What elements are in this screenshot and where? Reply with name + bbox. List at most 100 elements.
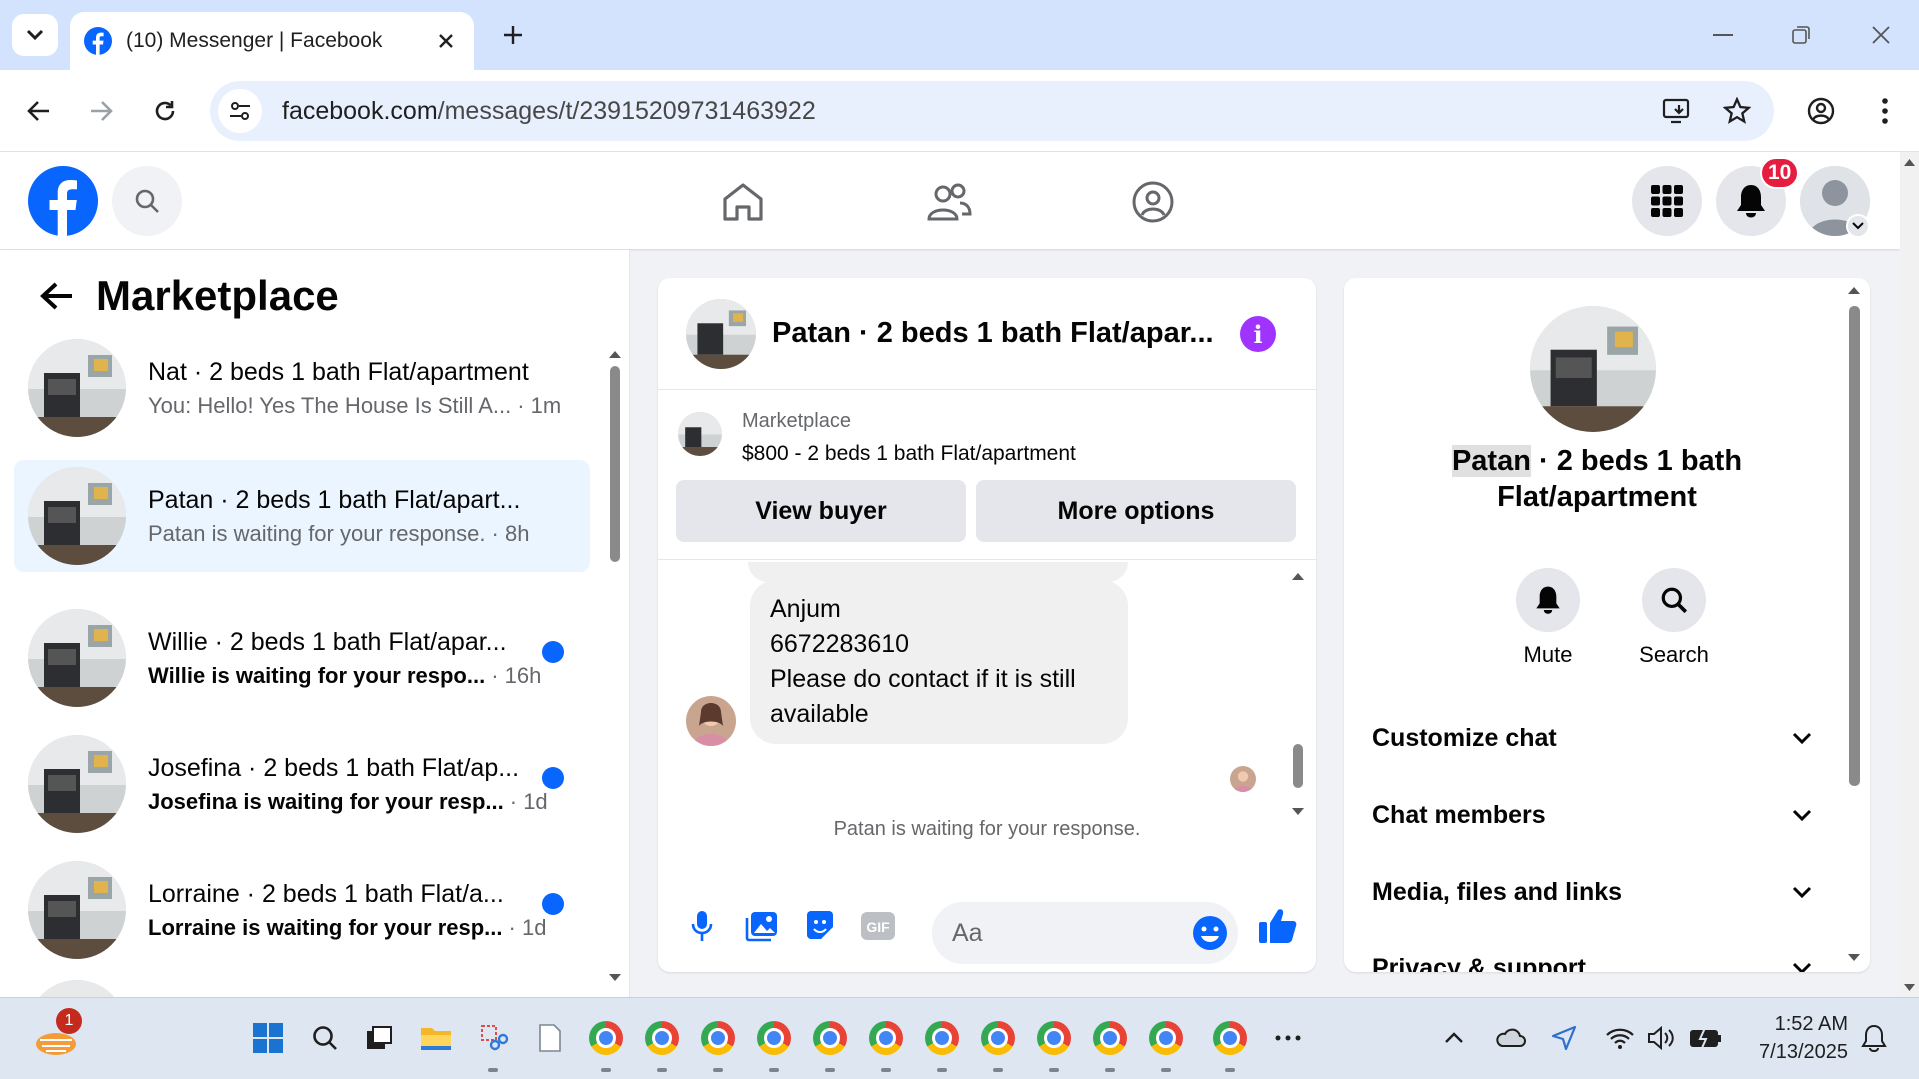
menu-button[interactable] [1632, 166, 1702, 236]
chrome-window-button[interactable] [752, 1016, 796, 1060]
file-explorer-button[interactable] [414, 1016, 458, 1060]
start-button[interactable] [246, 1016, 290, 1060]
person-photo-icon [1230, 766, 1256, 792]
view-buyer-button[interactable]: View buyer [676, 480, 966, 542]
wifi-icon [1606, 1028, 1634, 1049]
chrome-window-button[interactable] [1032, 1016, 1076, 1060]
facebook-logo-icon[interactable] [28, 166, 98, 236]
search-action[interactable]: Search [1624, 568, 1724, 668]
chrome-window-button-active[interactable] [1208, 1016, 1252, 1060]
snipping-tool-button[interactable] [472, 1016, 516, 1060]
gif-button[interactable]: GIF [854, 902, 902, 950]
listing-thumbnail [28, 467, 126, 565]
customize-chat-section[interactable]: Customize chat [1372, 708, 1812, 768]
mute-button[interactable] [1516, 568, 1580, 632]
browser-tab-strip: (10) Messenger | Facebook [0, 0, 1919, 70]
search-in-conversation-button[interactable] [1642, 568, 1706, 632]
privacy-support-section[interactable]: Privacy & support [1372, 938, 1812, 972]
tab-search-button[interactable] [12, 14, 58, 56]
like-button[interactable] [1254, 902, 1302, 950]
chrome-window-button[interactable] [976, 1016, 1020, 1060]
chat-list-scrollbar[interactable] [606, 346, 624, 986]
close-window-button[interactable] [1858, 14, 1904, 56]
groups-nav-button[interactable] [1122, 172, 1184, 232]
sender-avatar[interactable] [686, 696, 736, 746]
chrome-window-button[interactable] [1088, 1016, 1132, 1060]
conversation-item[interactable]: Lorraine · 2 beds 1 bath Flat/a... Lorra… [14, 854, 590, 966]
home-nav-button[interactable] [712, 172, 774, 232]
notification-center-button[interactable] [1852, 1016, 1896, 1060]
chrome-window-button[interactable] [1144, 1016, 1188, 1060]
browser-menu-button[interactable] [1862, 88, 1908, 134]
message-line: available [770, 700, 869, 728]
install-app-button[interactable] [1654, 88, 1700, 134]
facebook-search-button[interactable] [112, 166, 182, 236]
conversation-item[interactable]: Willie · 2 beds 1 bath Flat/apar... Will… [14, 602, 590, 714]
attach-photo-button[interactable] [738, 902, 786, 950]
info-panel-scrollbar[interactable] [1844, 278, 1864, 972]
task-view-button[interactable] [357, 1016, 401, 1060]
marketplace-chat-list: Marketplace Nat · 2 beds 1 bath Flat/apa… [0, 250, 630, 997]
chrome-window-button[interactable] [920, 1016, 964, 1060]
more-options-button[interactable]: More options [976, 480, 1296, 542]
bookmark-button[interactable] [1714, 88, 1760, 134]
voice-clip-button[interactable] [678, 902, 726, 950]
minimize-window-button[interactable] [1700, 14, 1746, 56]
conversation-item[interactable]: Nat · 2 beds 1 bath Flat/apartment You: … [14, 332, 590, 444]
task-view-icon [367, 1026, 392, 1049]
account-menu-caret[interactable] [1846, 214, 1870, 238]
chrome-window-button[interactable] [640, 1016, 684, 1060]
chrome-icon [1213, 1021, 1247, 1055]
new-tab-button[interactable] [494, 16, 532, 54]
reload-button[interactable] [142, 88, 188, 134]
conversation-item[interactable]: Josefina · 2 beds 1 bath Flat/ap... Jose… [14, 728, 590, 840]
conversation-title-line1: Patan · 2 beds 1 bath [1344, 443, 1850, 479]
taskbar-search-button[interactable] [303, 1016, 347, 1060]
system-clock[interactable]: 1:52 AM 7/13/2025 [1740, 1010, 1848, 1066]
groups-icon [1132, 181, 1174, 223]
conversation-photo[interactable] [1530, 306, 1656, 432]
address-bar[interactable]: facebook.com/messages/t/2391520973146392… [210, 81, 1774, 141]
friends-nav-button[interactable] [918, 172, 980, 232]
listing-price-title[interactable]: $800 - 2 beds 1 bath Flat/apartment [742, 442, 1076, 466]
chrome-window-button[interactable] [584, 1016, 628, 1060]
chat-title[interactable]: Patan · 2 beds 1 bath Flat/apar... [772, 317, 1242, 350]
chat-scrollbar[interactable] [1288, 568, 1308, 868]
scissors-icon [481, 1025, 509, 1051]
page-scrollbar[interactable] [1900, 152, 1919, 997]
chrome-window-button[interactable] [696, 1016, 740, 1060]
incoming-message-bubble[interactable]: Anjum 6672283610 Please do contact if it… [750, 580, 1128, 744]
location-button[interactable] [1542, 1016, 1586, 1060]
more-apps-button[interactable] [1266, 1016, 1310, 1060]
conversation-item-active[interactable]: Patan · 2 beds 1 bath Flat/apart... Pata… [14, 460, 590, 572]
sticker-button[interactable] [796, 902, 844, 950]
info-icon[interactable]: i [1240, 316, 1276, 352]
conversation-text: Willie · 2 beds 1 bath Flat/apar... Will… [148, 628, 548, 689]
emoji-button[interactable] [1186, 909, 1234, 957]
media-files-links-section[interactable]: Media, files and links [1372, 862, 1812, 922]
site-info-button[interactable] [218, 89, 262, 133]
chrome-window-button[interactable] [864, 1016, 908, 1060]
forward-button[interactable] [78, 88, 124, 134]
show-hidden-icons-button[interactable] [1432, 1016, 1476, 1060]
mute-action[interactable]: Mute [1498, 568, 1598, 668]
back-button[interactable] [16, 88, 62, 134]
onedrive-button[interactable] [1488, 1016, 1532, 1060]
restore-window-button[interactable] [1778, 14, 1824, 56]
chat-scrollbar-track [1292, 573, 1304, 815]
notepad-button[interactable] [528, 1016, 572, 1060]
close-tab-button[interactable] [432, 27, 460, 55]
conversation-preview: You: Hello! Yes The House Is Still A... [148, 392, 512, 418]
wifi-button[interactable] [1598, 1016, 1642, 1060]
browser-tab-messenger[interactable]: (10) Messenger | Facebook [70, 12, 474, 70]
chat-members-section[interactable]: Chat members [1372, 785, 1812, 845]
chrome-window-button[interactable] [808, 1016, 852, 1060]
account-circle-icon [1807, 97, 1835, 125]
chat-avatar[interactable] [686, 298, 756, 369]
volume-button[interactable] [1640, 1016, 1684, 1060]
battery-button[interactable] [1684, 1016, 1728, 1060]
profile-button[interactable] [1798, 88, 1844, 134]
arrow-left-icon[interactable] [40, 281, 74, 311]
listing-thumbnail [28, 735, 126, 833]
listing-thumbnail[interactable] [678, 412, 722, 456]
